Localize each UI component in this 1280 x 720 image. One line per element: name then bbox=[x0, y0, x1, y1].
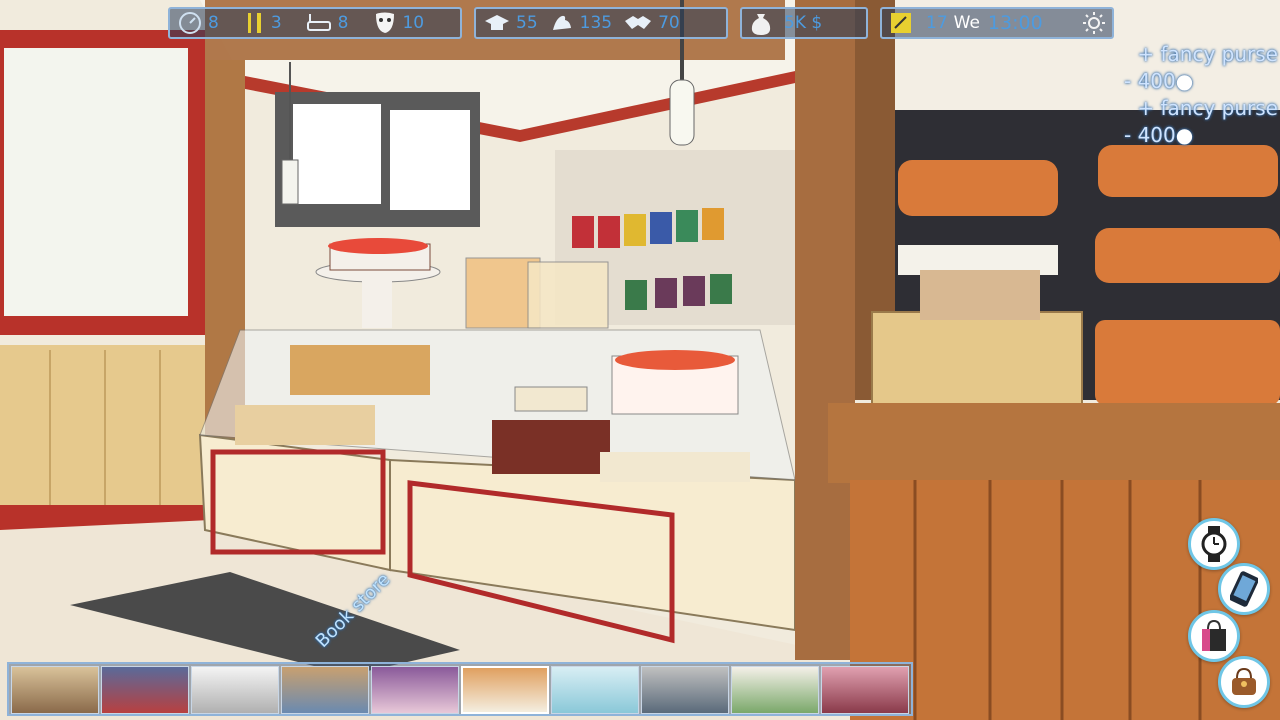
sun-icon bbox=[1083, 12, 1105, 34]
notification-item-1: + fancy purse bbox=[1137, 42, 1278, 66]
handbag-icon bbox=[1232, 667, 1256, 695]
bakery-background bbox=[0, 0, 1280, 720]
location-thumb-mall[interactable] bbox=[11, 666, 99, 714]
location-thumb-shoe-store[interactable] bbox=[821, 666, 909, 714]
mask-icon bbox=[376, 12, 395, 33]
money-bag-icon: ● bbox=[1175, 123, 1194, 147]
strength-value: 135 bbox=[579, 13, 613, 33]
notification-cost-2: - 400● bbox=[1124, 123, 1194, 147]
food-value: 3 bbox=[270, 13, 282, 33]
weekday-label: We bbox=[953, 13, 980, 33]
muscle-arm-icon bbox=[552, 15, 571, 30]
bathtub-icon bbox=[306, 14, 331, 31]
mood-value: 10 bbox=[402, 13, 425, 33]
watch-button[interactable] bbox=[1188, 518, 1240, 570]
calendar-icon bbox=[891, 13, 911, 33]
money-bag-icon bbox=[751, 14, 771, 35]
clock-panel[interactable]: 17 We 13:00 bbox=[880, 7, 1114, 39]
skills-panel: 55 135 70 bbox=[474, 7, 728, 39]
shopping-bag-button[interactable] bbox=[1188, 610, 1240, 662]
watch-icon bbox=[1201, 526, 1227, 562]
education-value: 55 bbox=[516, 13, 538, 33]
phone-icon bbox=[1230, 571, 1258, 607]
food-stat[interactable]: 3 bbox=[245, 11, 282, 35]
location-thumb-arcade[interactable] bbox=[101, 666, 189, 714]
location-thumb-cafe[interactable] bbox=[731, 666, 819, 714]
location-thumb-book-store[interactable] bbox=[281, 666, 369, 714]
strength-stat[interactable]: 135 bbox=[550, 12, 612, 34]
hygiene-value: 8 bbox=[337, 13, 349, 33]
location-thumb-bakery[interactable] bbox=[461, 666, 549, 714]
day-number: 17 bbox=[926, 13, 948, 33]
social-value: 70 bbox=[658, 13, 680, 33]
energy-stat[interactable]: 8 bbox=[178, 11, 219, 35]
money-value: 5K $ bbox=[784, 13, 823, 33]
social-stat[interactable]: 70 bbox=[624, 13, 680, 33]
speedometer-icon bbox=[179, 12, 201, 34]
time-value: 13:00 bbox=[987, 12, 1043, 34]
location-thumb-clinic[interactable] bbox=[551, 666, 639, 714]
energy-value: 8 bbox=[208, 13, 219, 33]
needs-panel: 8 3 8 10 bbox=[168, 7, 462, 39]
location-thumb-office[interactable] bbox=[641, 666, 729, 714]
fork-knife-icon bbox=[247, 13, 261, 33]
notification-cost-1: - 400● bbox=[1124, 69, 1194, 93]
location-bar bbox=[7, 662, 913, 716]
mood-stat[interactable]: 10 bbox=[374, 11, 424, 35]
handbag-button[interactable] bbox=[1218, 656, 1270, 708]
money-bag-icon: ● bbox=[1175, 69, 1194, 93]
shopping-bag-icon bbox=[1202, 619, 1226, 651]
hygiene-stat[interactable]: 8 bbox=[306, 12, 349, 34]
education-stat[interactable]: 55 bbox=[484, 13, 538, 33]
location-thumb-clothing-store[interactable] bbox=[191, 666, 279, 714]
notification-item-2: + fancy purse bbox=[1137, 96, 1278, 120]
location-thumb-bedroom[interactable] bbox=[371, 666, 459, 714]
graduation-cap-icon bbox=[485, 15, 509, 30]
handshake-icon bbox=[625, 16, 652, 29]
money-panel[interactable]: 5K $ bbox=[740, 7, 868, 39]
phone-button[interactable] bbox=[1218, 563, 1270, 615]
